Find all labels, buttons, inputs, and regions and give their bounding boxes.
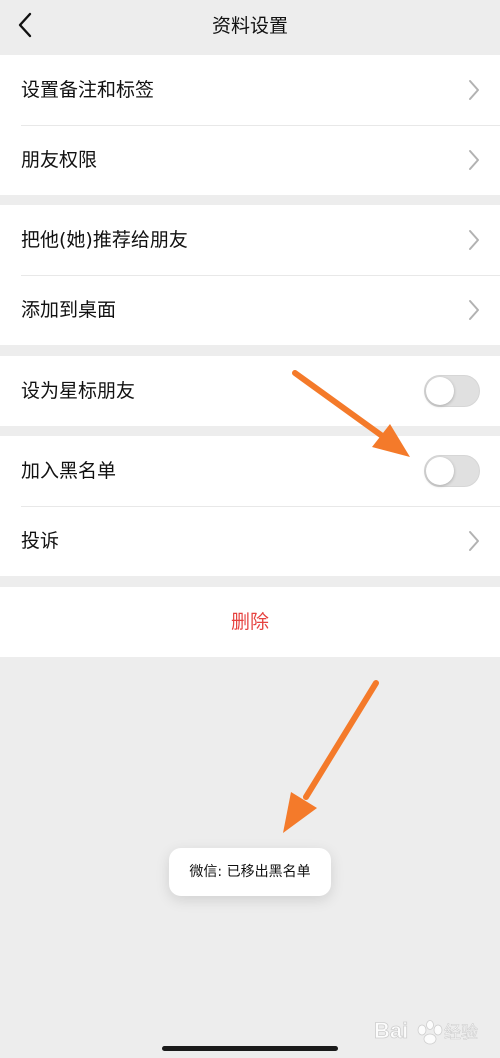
home-indicator[interactable] [162,1046,338,1051]
watermark-logo: Bai 经验 [374,1018,478,1045]
chevron-left-icon [18,12,32,38]
recommend-to-friend-item[interactable]: 把他(她)推荐给朋友 [0,205,500,275]
page-title: 资料设置 [211,15,288,37]
complain-label: 投诉 [21,530,60,552]
chevron-right-icon [469,230,479,250]
star-friend-toggle[interactable] [424,375,480,407]
delete-button[interactable]: 删除 [0,587,500,657]
settings-group-star: 设为星标朋友 [0,356,500,426]
svg-text:经验: 经验 [444,1023,478,1043]
chevron-right-icon [469,531,479,551]
friend-permissions-item[interactable]: 朋友权限 [0,125,500,195]
set-remark-and-tags-label: 设置备注和标签 [21,79,155,101]
settings-group-remarks: 设置备注和标签 朋友权限 [0,55,500,195]
blacklist-toggle[interactable] [424,455,480,487]
chevron-right-icon [469,300,479,320]
settings-group-delete: 删除 [0,587,500,657]
back-button[interactable] [10,6,40,44]
svg-text:Bai: Bai [374,1018,408,1043]
settings-group-blacklist: 加入黑名单 投诉 [0,436,500,576]
complain-item[interactable]: 投诉 [0,506,500,576]
recommend-to-friend-label: 把他(她)推荐给朋友 [21,229,188,251]
star-friend-item: 设为星标朋友 [0,356,500,426]
toast-message: 微信: 已移出黑名单 [169,848,331,896]
add-to-desktop-item[interactable]: 添加到桌面 [0,275,500,345]
settings-group-share: 把他(她)推荐给朋友 添加到桌面 [0,205,500,345]
set-remark-and-tags-item[interactable]: 设置备注和标签 [0,55,500,125]
chevron-right-icon [469,150,479,170]
toggle-knob [426,457,454,485]
arrow-to-toast-icon [283,680,379,833]
blacklist-label: 加入黑名单 [21,460,117,482]
nav-bar: 资料设置 [0,0,500,52]
star-friend-label: 设为星标朋友 [21,380,136,402]
chevron-right-icon [469,80,479,100]
add-to-desktop-label: 添加到桌面 [21,299,117,321]
blacklist-item: 加入黑名单 [0,436,500,506]
toggle-knob [426,377,454,405]
friend-permissions-label: 朋友权限 [21,149,98,171]
